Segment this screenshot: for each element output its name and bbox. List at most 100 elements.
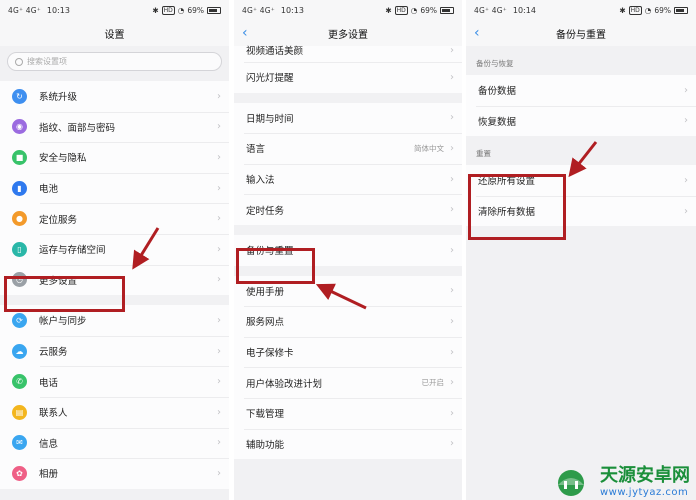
chevron-right-icon: ›	[217, 243, 221, 255]
chevron-right-icon: ›	[450, 407, 454, 419]
item-flash-alert[interactable]: 闪光灯提醒 ›	[234, 62, 462, 93]
chevron-right-icon: ›	[450, 204, 454, 216]
storage-icon: ▯	[12, 241, 27, 257]
shield-icon: ■	[12, 149, 27, 165]
chevron-right-icon: ›	[450, 315, 454, 327]
wifi-icon: ◔	[177, 5, 185, 15]
account-sync-icon: ⟳	[12, 312, 27, 328]
settings-item-system-update[interactable]: ↻ 系统升级 ›	[0, 81, 229, 112]
more-group-support: 使用手册 › 服务网点 › 电子保修卡 › 用户体验改进计划 已开启 › 下载管理 › 辅助…	[234, 275, 462, 460]
highlight-box-reset-options	[468, 174, 566, 240]
chevron-right-icon: ›	[217, 376, 221, 388]
item-scheduled-tasks[interactable]: 定时任务 ›	[234, 194, 462, 225]
backup-group: 备份数据 › 恢复数据 ›	[466, 75, 696, 137]
item-service-centers[interactable]: 服务网点 ›	[234, 306, 462, 337]
chevron-right-icon: ›	[450, 112, 454, 124]
settings-item-battery[interactable]: ▮ 电池 ›	[0, 172, 229, 204]
signal-indicator: 4G⁺ 4G⁺	[242, 5, 275, 15]
item-accessibility[interactable]: 辅助功能 ›	[234, 428, 462, 460]
status-bar: 4G⁺ 4G⁺ 10:14 ✱ HD ◔ 69%	[466, 0, 696, 20]
hd-badge: HD	[628, 5, 642, 15]
bluetooth-icon: ✱	[152, 5, 159, 15]
watermark-url: www.jytyaz.com	[600, 487, 689, 498]
battery-icon	[440, 6, 454, 14]
item-restore-data[interactable]: 恢复数据 ›	[466, 105, 696, 137]
settings-item-location[interactable]: ● 定位服务 ›	[0, 203, 229, 234]
item-video-beauty[interactable]: 视频通话美颜 ›	[234, 38, 462, 62]
status-bar: 4G⁺ 4G⁺ 10:13 ✱ HD ◔ 69%	[234, 0, 462, 20]
settings-item-album[interactable]: ✿ 相册 ›	[0, 458, 229, 489]
chevron-right-icon: ›	[450, 71, 454, 83]
item-backup-data[interactable]: 备份数据 ›	[466, 75, 696, 106]
chevron-right-icon: ›	[450, 438, 454, 450]
message-icon: ✉	[12, 435, 27, 451]
chevron-right-icon: ›	[217, 406, 221, 418]
settings-group-system: ↻ 系统升级 › ◉ 指纹、面部与密码 › ■ 安全与隐私 › ▮ 电池 › ● 定位服务 › ▯ 运…	[0, 81, 229, 296]
cloud-icon: ☁	[12, 343, 27, 359]
page-title: 设置	[104, 29, 125, 41]
item-download-manager[interactable]: 下载管理 ›	[234, 397, 462, 429]
settings-item-storage[interactable]: ▯ 运存与存储空间 ›	[0, 233, 229, 265]
signal-indicator: 4G⁺ 4G⁺	[474, 5, 507, 15]
watermark: 天源安卓网 www.jytyaz.com	[548, 461, 690, 498]
chevron-right-icon: ›	[684, 84, 688, 96]
ux-program-value: 已开启	[421, 378, 445, 388]
item-date-time[interactable]: 日期与时间 ›	[234, 103, 462, 134]
settings-item-messages[interactable]: ✉ 信息 ›	[0, 427, 229, 459]
watermark-title: 天源安卓网	[600, 465, 690, 486]
status-bar: 4G⁺ 4G⁺ 10:13 ✱ HD ◔ 69%	[0, 0, 229, 20]
battery-percent: 69%	[654, 5, 671, 15]
settings-item-security[interactable]: ■ 安全与隐私 ›	[0, 142, 229, 173]
chevron-right-icon: ›	[450, 142, 454, 154]
back-arrow-icon[interactable]: ‹	[474, 24, 480, 42]
status-time: 10:13	[46, 5, 70, 15]
item-language[interactable]: 语言 简体中文 ›	[234, 133, 462, 164]
language-value: 简体中文	[414, 143, 444, 153]
phone-icon: ✆	[12, 374, 27, 390]
chevron-right-icon: ›	[217, 345, 221, 357]
chevron-right-icon: ›	[450, 377, 454, 389]
signal-indicator: 4G⁺ 4G⁺	[8, 5, 41, 15]
search-placeholder: 搜索设置项	[27, 57, 67, 66]
chevron-right-icon: ›	[217, 467, 221, 479]
chevron-right-icon: ›	[450, 244, 454, 256]
backup-reset-screen: 4G⁺ 4G⁺ 10:14 ✱ HD ◔ 69% ‹ 备份与重置 备份与恢复 备…	[466, 0, 696, 500]
battery-icon	[207, 6, 221, 14]
chevron-right-icon: ›	[217, 151, 221, 163]
settings-item-phone[interactable]: ✆ 电话 ›	[0, 366, 229, 397]
section-label-reset: 重置	[476, 149, 491, 159]
chevron-right-icon: ›	[217, 213, 221, 225]
bluetooth-icon: ✱	[385, 5, 392, 15]
settings-screen: 4G⁺ 4G⁺ 10:13 ✱ HD ◔ 69% 设置 搜索设置项 ↻ 系统升级 ›…	[0, 0, 229, 500]
settings-item-contacts[interactable]: ▤ 联系人 ›	[0, 396, 229, 428]
battery-icon	[674, 6, 688, 14]
settings-item-fingerprint[interactable]: ◉ 指纹、面部与密码 ›	[0, 111, 229, 143]
item-ux-program[interactable]: 用户体验改进计划 已开启 ›	[234, 367, 462, 398]
battery-percent: 69%	[420, 5, 437, 15]
fingerprint-icon: ◉	[12, 119, 27, 135]
update-icon: ↻	[12, 88, 27, 104]
location-icon: ●	[12, 211, 27, 227]
chevron-right-icon: ›	[684, 205, 688, 217]
contacts-icon: ▤	[12, 404, 27, 420]
chevron-right-icon: ›	[217, 90, 221, 102]
chevron-right-icon: ›	[217, 121, 221, 133]
item-warranty-card[interactable]: 电子保修卡 ›	[234, 336, 462, 368]
chevron-right-icon: ›	[684, 174, 688, 186]
more-group-general: 日期与时间 › 语言 简体中文 › 输入法 › 定时任务 ›	[234, 102, 462, 225]
page-title: 备份与重置	[556, 29, 606, 41]
chevron-right-icon: ›	[450, 285, 454, 297]
chevron-right-icon: ›	[217, 314, 221, 326]
item-input-method[interactable]: 输入法 ›	[234, 163, 462, 195]
album-icon: ✿	[12, 465, 27, 481]
status-time: 10:13	[280, 5, 304, 15]
highlight-box-more-settings	[4, 276, 125, 312]
settings-item-cloud[interactable]: ☁ 云服务 ›	[0, 335, 229, 367]
search-input[interactable]: 搜索设置项	[7, 52, 222, 71]
android-logo-icon	[558, 469, 584, 496]
chevron-right-icon: ›	[217, 182, 221, 194]
more-group-display: 视频通话美颜 › 闪光灯提醒 ›	[234, 38, 462, 93]
chevron-right-icon: ›	[450, 346, 454, 358]
hd-badge: HD	[161, 5, 175, 15]
section-label-backup: 备份与恢复	[476, 59, 514, 68]
